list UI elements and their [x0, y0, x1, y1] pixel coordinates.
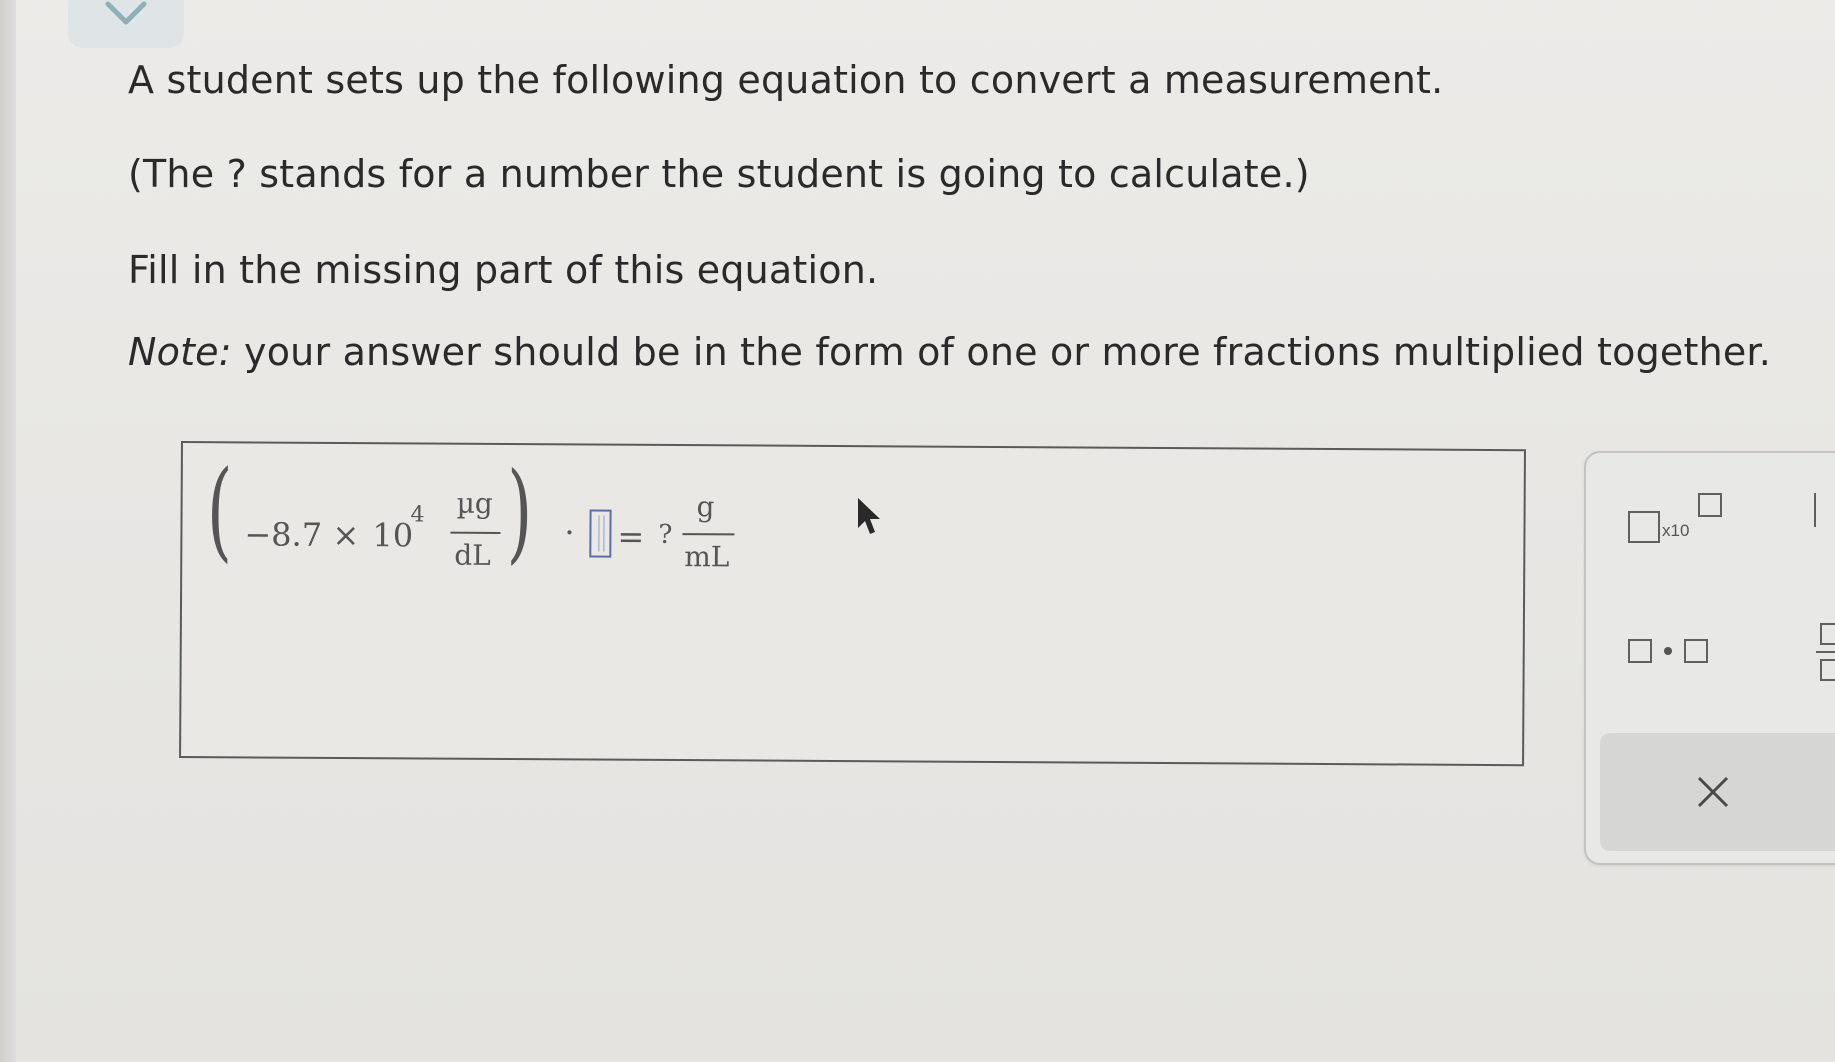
open-paren: (: [206, 448, 233, 574]
missing-part-slot[interactable]: [589, 509, 612, 558]
right-factor-placeholder-icon: [1684, 639, 1708, 663]
note-text: your answer should be in the form of one…: [231, 330, 1772, 374]
question-line-3: Fill in the missing part of this equatio…: [128, 248, 879, 292]
x10-label: x10: [1662, 521, 1690, 540]
fraction-bar-icon: [1816, 651, 1835, 653]
multiply-dot: ·: [564, 513, 575, 552]
question-note: Note: your answer should be in the form …: [128, 330, 1771, 374]
question-line-1: A student sets up the following equation…: [128, 58, 1444, 102]
power-exponent: 4: [410, 502, 425, 528]
question-line-2: (The ? stands for a number the student i…: [128, 152, 1310, 196]
multiply-button[interactable]: [1624, 629, 1724, 673]
left-factor-placeholder-icon: [1628, 639, 1652, 663]
unit-fraction-bar: [450, 531, 501, 534]
result-denominator-unit: mL: [684, 540, 730, 574]
base-placeholder-icon: [1628, 511, 1660, 543]
chevron-down-icon: [105, 1, 147, 25]
answer-input-box[interactable]: ( −8.7 × 10 4 µg dL ) · = ? g mL: [179, 441, 1526, 767]
exponent-placeholder-icon: [1698, 493, 1722, 517]
close-icon: [1697, 776, 1729, 808]
result-numerator-unit: g: [696, 490, 715, 524]
equation: ( −8.7 × 10 4 µg dL ) · = ? g mL: [207, 448, 735, 577]
coefficient: −8.7: [244, 515, 323, 554]
multiply-dot-icon: [1664, 647, 1672, 655]
denominator-unit: dL: [454, 538, 491, 572]
fraction-button[interactable]: [1812, 623, 1835, 683]
result-fraction-bar: [682, 533, 735, 536]
numerator-unit: µg: [456, 486, 493, 520]
equals-sign: =: [617, 517, 645, 556]
note-label: Note:: [128, 330, 232, 374]
math-toolbar: x10: [1584, 451, 1835, 865]
scientific-notation-button[interactable]: x10: [1624, 493, 1734, 553]
times-sign: ×: [332, 515, 360, 555]
window-left-edge: [0, 0, 16, 1062]
power-base: 10: [372, 516, 414, 555]
unknown-value: ?: [658, 519, 673, 551]
toolbar-item-partial[interactable]: [1814, 493, 1818, 527]
cursor-icon: [858, 498, 880, 534]
clear-button[interactable]: [1600, 733, 1835, 851]
denominator-placeholder-icon: [1820, 659, 1835, 681]
close-paren: ): [506, 449, 533, 576]
collapse-tab[interactable]: [68, 0, 184, 48]
numerator-placeholder-icon: [1820, 623, 1835, 645]
